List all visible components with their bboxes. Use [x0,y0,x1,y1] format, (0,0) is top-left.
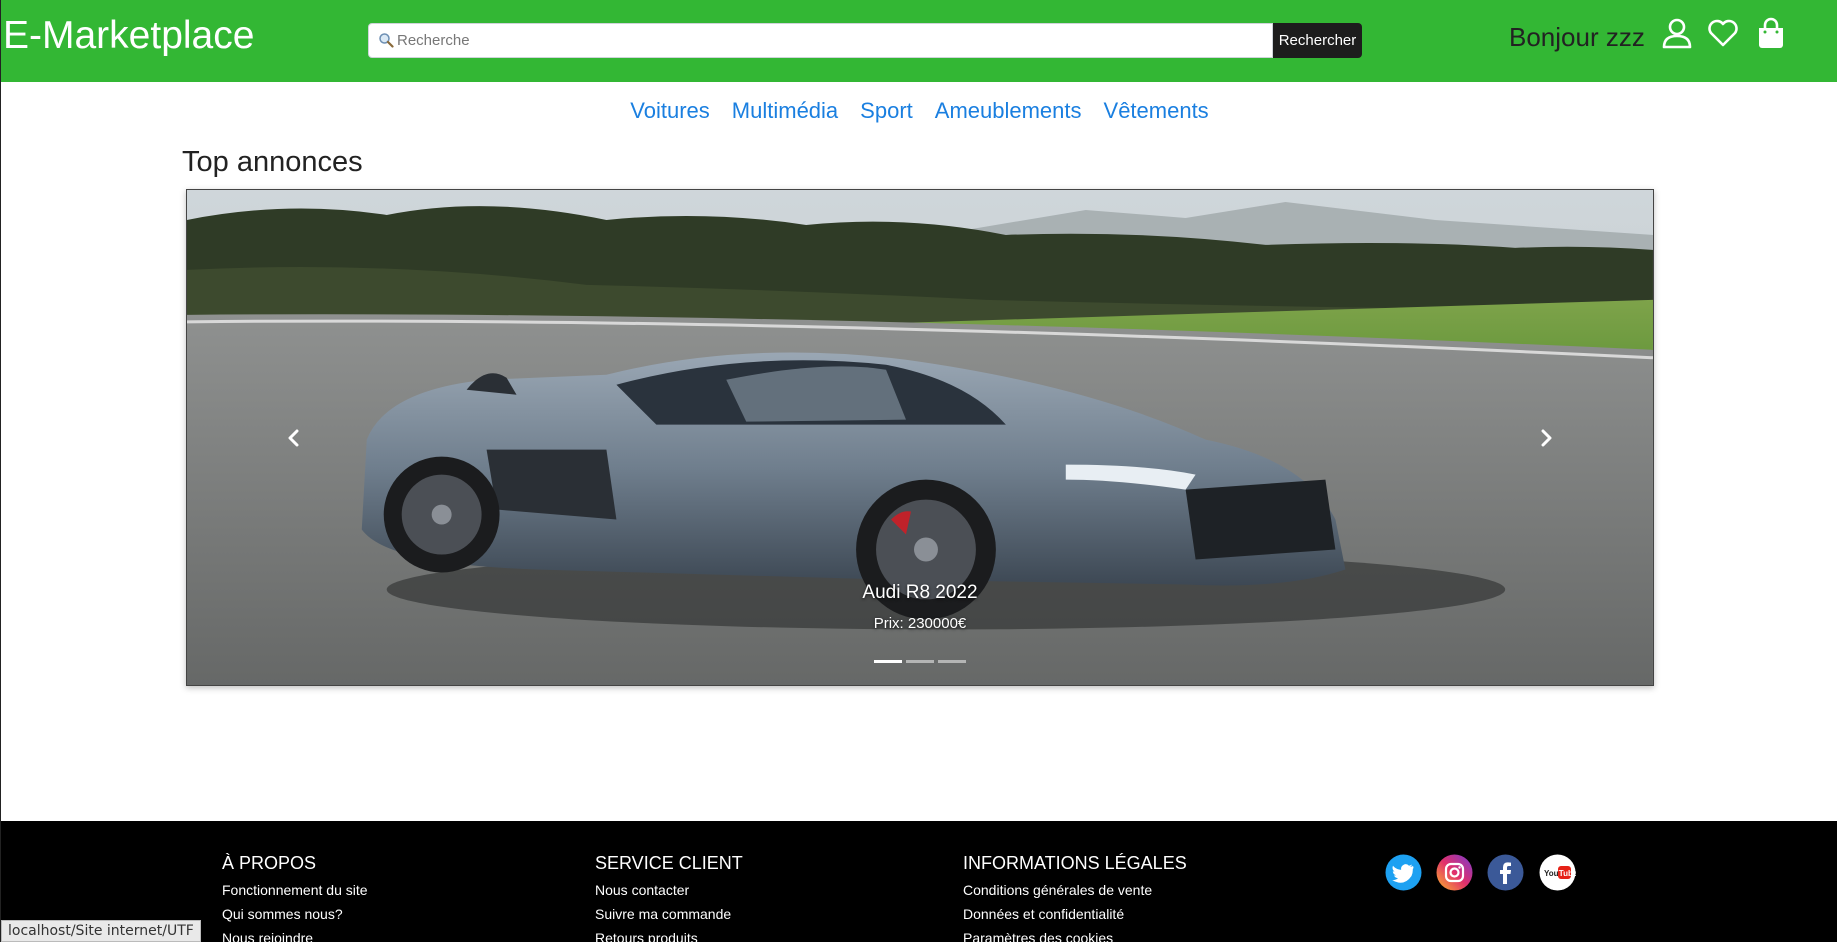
footer-link[interactable]: Suivre ma commande [595,906,743,923]
footer-heading: INFORMATIONS LÉGALES [963,853,1187,873]
search-icon [379,33,394,48]
facebook-icon[interactable] [1487,854,1524,891]
footer: À PROPOS Fonctionnement du site Qui somm… [1,821,1837,942]
twitter-icon[interactable] [1385,854,1422,891]
page: E-Marketplace Rechercher Bonjour zzz Voi… [0,0,1837,942]
footer-heading: SERVICE CLIENT [595,853,743,873]
header: E-Marketplace Rechercher Bonjour zzz [1,0,1837,82]
footer-link[interactable]: Nous contacter [595,882,743,899]
footer-link[interactable]: Retours produits [595,930,743,942]
footer-link[interactable]: Conditions générales de vente [963,882,1187,899]
greeting-text: Bonjour zzz [1509,22,1645,52]
search-input[interactable] [368,23,1273,58]
footer-link[interactable]: Paramètres des cookies [963,930,1187,942]
category-nav: Voitures Multimédia Sport Ameublements V… [1,98,1837,124]
carousel-caption-price: Prix: 230000€ [873,615,967,632]
svg-text:You: You [1544,869,1559,878]
footer-heading: À PROPOS [222,853,317,873]
search-button[interactable]: Rechercher [1273,23,1362,58]
section-title: Top annonces [182,146,363,178]
carousel-indicator-1[interactable] [874,660,902,663]
youtube-icon[interactable]: You Tube [1539,854,1576,891]
status-bar: localhost/Site internet/UTF [1,920,201,942]
carousel-indicator-3[interactable] [938,660,966,663]
category-vetements[interactable]: Vêtements [1104,98,1209,124]
brand-logo[interactable]: E-Marketplace [3,14,254,58]
footer-link[interactable]: Données et confidentialité [963,906,1187,923]
carousel: Audi R8 2022 Prix: 230000€ [186,189,1654,686]
category-ameublements[interactable]: Ameublements [935,98,1082,124]
carousel-caption-title: Audi R8 2022 [862,582,978,603]
footer-col-service: SERVICE CLIENT Nous contacter Suivre ma … [595,853,743,942]
search-bar: Recherche r [368,23,1362,58]
chevron-left-icon [288,429,299,446]
carousel-next-button[interactable] [1433,190,1653,685]
carousel-indicator-2[interactable] [906,660,934,663]
footer-link[interactable]: Nous rejoindre [222,930,368,942]
category-multimedia[interactable]: Multimédia [732,98,838,124]
chevron-right-icon [1541,429,1552,446]
carousel-prev-button[interactable] [187,190,407,685]
instagram-icon[interactable] [1436,854,1473,891]
carousel-indicators [187,660,1653,663]
footer-col-about: À PROPOS Fonctionnement du site Qui somm… [222,853,368,942]
heart-icon[interactable] [1706,16,1740,50]
category-voitures[interactable]: Voitures [630,98,710,124]
footer-link[interactable]: Fonctionnement du site [222,882,368,899]
footer-link[interactable]: Qui sommes nous? [222,906,368,923]
footer-col-legal: INFORMATIONS LÉGALES Conditions générale… [963,853,1187,942]
user-icon[interactable] [1660,16,1694,50]
category-sport[interactable]: Sport [860,98,913,124]
shopping-bag-icon[interactable] [1754,16,1788,50]
svg-text:Tube: Tube [1559,869,1576,878]
